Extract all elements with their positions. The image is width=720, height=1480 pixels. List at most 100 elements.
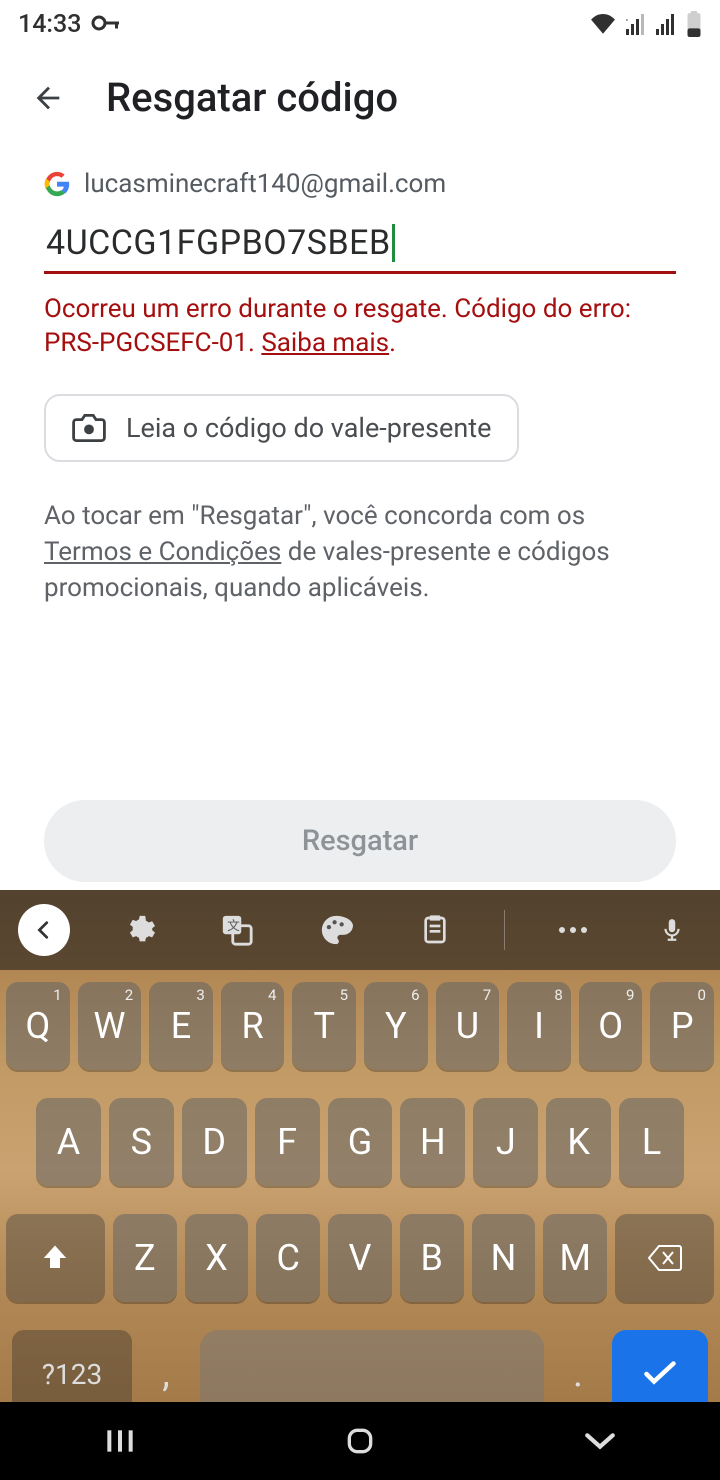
- vpn-key-icon: [91, 10, 123, 39]
- back-button[interactable]: [30, 80, 66, 116]
- translate-icon: 文: [220, 913, 254, 947]
- shift-icon: [40, 1243, 70, 1273]
- check-icon: [642, 1360, 678, 1388]
- key-p[interactable]: P0: [650, 982, 714, 1070]
- key-d[interactable]: D: [182, 1098, 247, 1186]
- key-hint: 4: [268, 986, 276, 1004]
- svg-text:文: 文: [227, 919, 240, 934]
- nav-home-button[interactable]: [300, 1417, 420, 1465]
- key-t[interactable]: T5: [292, 982, 356, 1070]
- keyboard-row-3: ZXCVBNM: [6, 1214, 714, 1302]
- redeem-label: Resgatar: [302, 824, 418, 858]
- chevron-left-icon: [33, 919, 55, 941]
- key-hint: 8: [554, 986, 562, 1004]
- account-email: lucasminecraft140@gmail.com: [84, 169, 446, 199]
- key-hint: 1: [53, 986, 61, 1004]
- keyboard-more-button[interactable]: [543, 900, 603, 960]
- status-left: 14:33: [18, 10, 123, 39]
- recents-icon: [104, 1427, 136, 1455]
- keyboard-mic-button[interactable]: [642, 900, 702, 960]
- arrow-left-icon: [31, 81, 65, 115]
- key-o[interactable]: O9: [579, 982, 643, 1070]
- status-right: +: [590, 11, 702, 37]
- code-input[interactable]: 4UCCG1FGPBO7SBEB: [44, 223, 676, 274]
- key-hint: 0: [698, 986, 706, 1004]
- key-hint: 9: [626, 986, 634, 1004]
- key-y[interactable]: Y6: [364, 982, 428, 1070]
- home-icon: [344, 1425, 376, 1457]
- key-i[interactable]: I8: [507, 982, 571, 1070]
- key-q[interactable]: Q1: [6, 982, 70, 1070]
- keyboard-row-1: Q1W2E3R4T5Y6U7I8O9P0: [6, 982, 714, 1070]
- key-e[interactable]: E3: [149, 982, 213, 1070]
- app-header: Resgatar código: [0, 48, 720, 147]
- wifi-icon: [590, 13, 616, 35]
- terms-link[interactable]: Termos e Condições: [44, 537, 281, 567]
- keyboard-settings-button[interactable]: [109, 900, 169, 960]
- key-h[interactable]: H: [400, 1098, 465, 1186]
- svg-text:+: +: [626, 16, 628, 26]
- clipboard-icon: [419, 913, 451, 947]
- nav-keyboard-hide-button[interactable]: [540, 1417, 660, 1465]
- chevron-down-icon: [583, 1431, 617, 1451]
- keyboard-translate-button[interactable]: 文: [207, 900, 267, 960]
- mic-icon: [659, 913, 685, 947]
- keyboard-row-2: ASDFGHJKL: [6, 1098, 714, 1186]
- key-j[interactable]: J: [473, 1098, 538, 1186]
- error-learn-more-link[interactable]: Saiba mais: [261, 328, 389, 358]
- scan-giftcard-label: Leia o código do vale-presente: [126, 412, 491, 444]
- more-icon: [556, 925, 590, 935]
- content: lucasminecraft140@gmail.com 4UCCG1FGPBO7…: [0, 169, 720, 606]
- keyboard-toolbar: 文: [0, 890, 720, 970]
- battery-icon: [686, 11, 702, 37]
- keyboard-theme-button[interactable]: [306, 900, 366, 960]
- terms-text: Ao tocar em "Resgatar", você concorda co…: [44, 498, 676, 606]
- keyboard: 文 Q1W2E3R4T5Y6U7I8O9P0 ASDFGHJKL ZXCVBNM: [0, 890, 720, 1402]
- key-shift[interactable]: [6, 1214, 105, 1302]
- camera-icon: [72, 414, 106, 442]
- error-message: Ocorreu um erro durante o resgate. Códig…: [44, 292, 676, 360]
- terms-prefix: Ao tocar em "Resgatar", você concorda co…: [44, 501, 585, 531]
- key-hint: 2: [125, 986, 133, 1004]
- signal-1-icon: +: [626, 13, 646, 35]
- error-suffix: .: [389, 328, 396, 358]
- key-w[interactable]: W2: [78, 982, 142, 1070]
- scan-giftcard-button[interactable]: Leia o código do vale-presente: [44, 394, 519, 462]
- key-v[interactable]: V: [328, 1214, 392, 1302]
- page-title: Resgatar código: [106, 74, 398, 121]
- key-backspace[interactable]: [615, 1214, 714, 1302]
- key-b[interactable]: B: [400, 1214, 464, 1302]
- status-time: 14:33: [18, 10, 81, 39]
- signal-2-icon: [656, 13, 676, 35]
- google-logo-icon: [44, 171, 70, 197]
- key-c[interactable]: C: [256, 1214, 320, 1302]
- key-u[interactable]: U7: [436, 982, 500, 1070]
- key-r[interactable]: R4: [221, 982, 285, 1070]
- keyboard-collapse-button[interactable]: [18, 904, 70, 956]
- keyboard-clipboard-button[interactable]: [405, 900, 465, 960]
- keyboard-rows: Q1W2E3R4T5Y6U7I8O9P0 ASDFGHJKL ZXCVBNM ?…: [0, 970, 720, 1428]
- key-z[interactable]: Z: [113, 1214, 177, 1302]
- code-input-value: 4UCCG1FGPBO7SBEB: [46, 223, 391, 263]
- key-k[interactable]: K: [546, 1098, 611, 1186]
- nav-recents-button[interactable]: [60, 1417, 180, 1465]
- account-row: lucasminecraft140@gmail.com: [44, 169, 676, 199]
- key-m[interactable]: M: [543, 1214, 607, 1302]
- key-hint: 7: [483, 986, 491, 1004]
- key-f[interactable]: F: [255, 1098, 320, 1186]
- key-x[interactable]: X: [185, 1214, 249, 1302]
- toolbar-separator: [504, 910, 505, 950]
- palette-icon: [319, 913, 353, 947]
- key-hint: 6: [411, 986, 419, 1004]
- key-s[interactable]: S: [109, 1098, 174, 1186]
- status-bar: 14:33 +: [0, 0, 720, 48]
- key-l[interactable]: L: [619, 1098, 684, 1186]
- key-a[interactable]: A: [36, 1098, 101, 1186]
- key-g[interactable]: G: [328, 1098, 393, 1186]
- key-hint: 3: [196, 986, 204, 1004]
- text-caret: [392, 224, 395, 262]
- key-n[interactable]: N: [472, 1214, 536, 1302]
- gear-icon: [122, 913, 156, 947]
- system-nav-bar: [0, 1402, 720, 1480]
- redeem-button[interactable]: Resgatar: [44, 800, 676, 882]
